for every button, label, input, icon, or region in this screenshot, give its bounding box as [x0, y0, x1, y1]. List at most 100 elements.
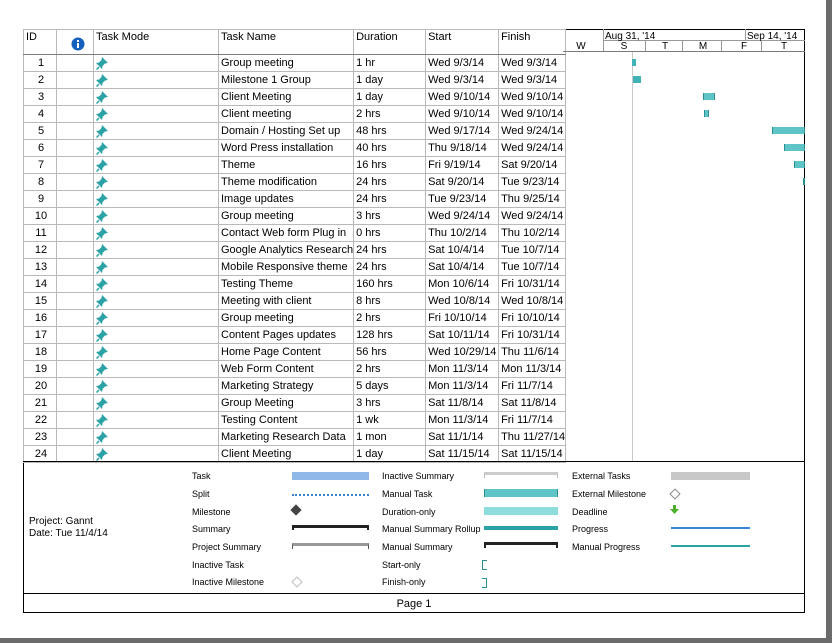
task-finish[interactable]: Fri 11/7/14: [498, 411, 567, 429]
task-mode-cell[interactable]: [93, 360, 219, 378]
task-name[interactable]: Client Meeting: [217, 445, 355, 463]
task-duration[interactable]: 24 hrs: [353, 190, 427, 208]
task-finish[interactable]: Tue 10/7/14: [498, 241, 567, 259]
task-indicators[interactable]: [56, 326, 94, 344]
task-id[interactable]: 20: [23, 377, 57, 395]
task-name[interactable]: Marketing Strategy: [217, 377, 355, 395]
task-indicators[interactable]: [56, 258, 94, 276]
task-indicators[interactable]: [56, 292, 94, 310]
task-name[interactable]: Web Form Content: [217, 360, 355, 378]
task-indicators[interactable]: [56, 309, 94, 327]
task-start[interactable]: Thu 9/18/14: [425, 139, 500, 157]
task-indicators[interactable]: [56, 241, 94, 259]
task-finish[interactable]: Wed 10/8/14: [498, 292, 567, 310]
task-mode-cell[interactable]: [93, 207, 219, 225]
task-indicators[interactable]: [56, 428, 94, 446]
task-start[interactable]: Wed 9/3/14: [425, 71, 500, 89]
task-id[interactable]: 11: [23, 224, 57, 242]
task-name[interactable]: Contact Web form Plug in: [217, 224, 355, 242]
task-mode-cell[interactable]: [93, 411, 219, 429]
task-name[interactable]: Image updates: [217, 190, 355, 208]
task-start[interactable]: Wed 10/29/14: [425, 343, 500, 361]
task-bar-2[interactable]: [633, 76, 641, 83]
task-finish[interactable]: Fri 10/10/14: [498, 309, 567, 327]
task-name[interactable]: Marketing Research Data: [217, 428, 355, 446]
task-id[interactable]: 8: [23, 173, 57, 191]
task-id[interactable]: 15: [23, 292, 57, 310]
task-row[interactable]: 24 Client Meeting 1 day Sat 11/15/14 Sat 11/…: [23, 445, 567, 463]
task-finish[interactable]: Sat 9/20/14: [498, 156, 567, 174]
task-finish[interactable]: Fri 10/31/14: [498, 326, 567, 344]
task-finish[interactable]: Tue 10/7/14: [498, 258, 567, 276]
task-duration[interactable]: 2 hrs: [353, 309, 427, 327]
task-duration[interactable]: 24 hrs: [353, 241, 427, 259]
task-id[interactable]: 10: [23, 207, 57, 225]
task-finish[interactable]: Wed 9/3/14: [498, 54, 567, 72]
task-row[interactable]: 20 Marketing Strategy 5 days Mon 11/3/14 Fri…: [23, 377, 567, 395]
task-indicators[interactable]: [56, 394, 94, 412]
task-duration[interactable]: 1 day: [353, 71, 427, 89]
col-header-duration[interactable]: Duration: [353, 29, 427, 55]
task-name[interactable]: Theme: [217, 156, 355, 174]
task-row[interactable]: 23 Marketing Research Data 1 mon Sat 11/1/1…: [23, 428, 567, 446]
task-bar-6[interactable]: [784, 144, 805, 151]
task-indicators[interactable]: [56, 445, 94, 463]
task-mode-cell[interactable]: [93, 275, 219, 293]
task-finish[interactable]: Wed 9/10/14: [498, 105, 567, 123]
task-mode-cell[interactable]: [93, 88, 219, 106]
task-name[interactable]: Group meeting: [217, 309, 355, 327]
task-indicators[interactable]: [56, 88, 94, 106]
task-indicators[interactable]: [56, 156, 94, 174]
task-bar-3[interactable]: [703, 93, 715, 100]
task-mode-cell[interactable]: [93, 258, 219, 276]
task-duration[interactable]: 2 hrs: [353, 105, 427, 123]
task-start[interactable]: Mon 11/3/14: [425, 377, 500, 395]
task-mode-cell[interactable]: [93, 394, 219, 412]
task-finish[interactable]: Sat 11/8/14: [498, 394, 567, 412]
task-mode-cell[interactable]: [93, 139, 219, 157]
task-start[interactable]: Wed 9/17/14: [425, 122, 500, 140]
task-duration[interactable]: 5 days: [353, 377, 427, 395]
task-indicators[interactable]: [56, 207, 94, 225]
task-mode-cell[interactable]: [93, 343, 219, 361]
task-bar-7[interactable]: [794, 161, 805, 168]
task-start[interactable]: Fri 9/19/14: [425, 156, 500, 174]
task-id[interactable]: 4: [23, 105, 57, 123]
task-indicators[interactable]: [56, 224, 94, 242]
task-finish[interactable]: Fri 11/7/14: [498, 377, 567, 395]
task-bar-1[interactable]: [632, 59, 636, 66]
task-id[interactable]: 16: [23, 309, 57, 327]
task-duration[interactable]: 2 hrs: [353, 360, 427, 378]
task-mode-cell[interactable]: [93, 377, 219, 395]
task-duration[interactable]: 48 hrs: [353, 122, 427, 140]
task-row[interactable]: 17 Content Pages updates 128 hrs Sat 10/11/…: [23, 326, 567, 344]
task-row[interactable]: 18 Home Page Content 56 hrs Wed 10/29/14 Thu…: [23, 343, 567, 361]
task-id[interactable]: 18: [23, 343, 57, 361]
task-row[interactable]: 9 Image updates 24 hrs Tue 9/23/14 Thu 9/25/…: [23, 190, 567, 208]
task-finish[interactable]: Thu 11/27/14: [498, 428, 567, 446]
task-duration[interactable]: 160 hrs: [353, 275, 427, 293]
task-row[interactable]: 15 Meeting with client 8 hrs Wed 10/8/14 Wed…: [23, 292, 567, 310]
task-id[interactable]: 9: [23, 190, 57, 208]
task-start[interactable]: Thu 10/2/14: [425, 224, 500, 242]
task-row[interactable]: 3 Client Meeting 1 day Wed 9/10/14 Wed 9/10/…: [23, 88, 567, 106]
task-mode-cell[interactable]: [93, 309, 219, 327]
task-name[interactable]: Content Pages updates: [217, 326, 355, 344]
col-header-task-mode[interactable]: Task Mode: [93, 29, 219, 55]
task-row[interactable]: 12 Google Analytics Research 24 hrs Sat 10/…: [23, 241, 567, 259]
task-row[interactable]: 19 Web Form Content 2 hrs Mon 11/3/14 Mon 11…: [23, 360, 567, 378]
task-start[interactable]: Sat 11/1/14: [425, 428, 500, 446]
task-mode-cell[interactable]: [93, 71, 219, 89]
task-mode-cell[interactable]: [93, 428, 219, 446]
task-indicators[interactable]: [56, 71, 94, 89]
task-name[interactable]: Mobile Responsive theme: [217, 258, 355, 276]
task-indicators[interactable]: [56, 139, 94, 157]
task-start[interactable]: Sat 10/11/14: [425, 326, 500, 344]
task-row[interactable]: 21 Group Meeting 3 hrs Sat 11/8/14 Sat 11/8/…: [23, 394, 567, 412]
task-start[interactable]: Wed 9/3/14: [425, 54, 500, 72]
task-start[interactable]: Wed 9/24/14: [425, 207, 500, 225]
task-id[interactable]: 1: [23, 54, 57, 72]
task-duration[interactable]: 3 hrs: [353, 394, 427, 412]
task-start[interactable]: Sat 11/15/14: [425, 445, 500, 463]
task-start[interactable]: Mon 10/6/14: [425, 275, 500, 293]
